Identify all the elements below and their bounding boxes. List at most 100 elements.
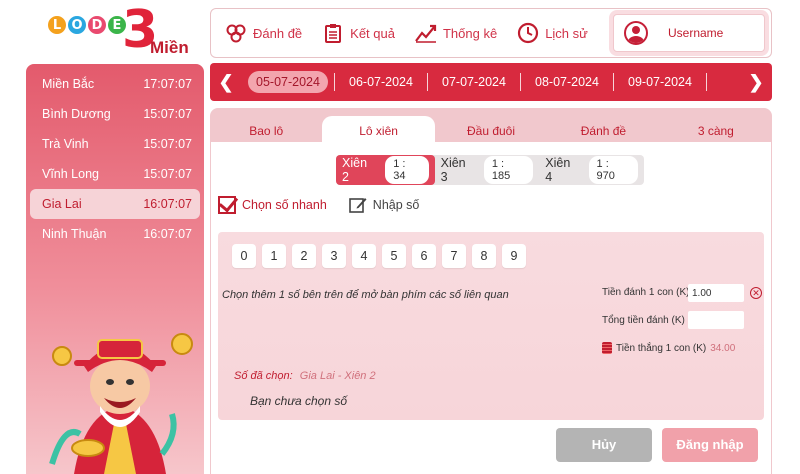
digit-button[interactable]: 6 [412, 244, 436, 268]
date-label: 09-07-2024 [628, 75, 692, 89]
win-per-unit-label: Tiền thắng 1 con (K) [616, 342, 707, 354]
manual-entry-option[interactable]: Nhập số [348, 196, 420, 214]
xien-4-option[interactable]: Xiên 4 1 : 970 [539, 155, 644, 185]
nav-lich-su[interactable]: Lịch sử [517, 22, 588, 44]
win-per-unit-row: Tiền thắng 1 con (K) 34.00 [602, 342, 735, 354]
username: Username [668, 26, 724, 40]
sidebar-item-name: Miền Bắc [42, 77, 95, 91]
sidebar-item-time: 16:07:07 [143, 227, 192, 241]
logo-letter-o: O [66, 14, 88, 36]
quick-pick-option[interactable]: Chọn số nhanh [218, 196, 327, 214]
digit-button[interactable]: 1 [262, 244, 286, 268]
logo-letter-d: D [86, 14, 108, 36]
date-item[interactable]: 06-07-2024 [335, 75, 427, 89]
date-label: 08-07-2024 [535, 75, 599, 89]
xien-label: Xiên 4 [545, 156, 571, 184]
nav-label: Đánh đề [253, 25, 303, 41]
clear-icon[interactable]: ✕ [750, 287, 762, 299]
top-nav: Đánh đề Kết quả Thống kê Lịch sử Usernam… [210, 8, 772, 58]
chosen-label: Số đã chọn: [234, 370, 293, 382]
logo-letter-l: L [46, 14, 68, 36]
sidebar-item-gia-lai[interactable]: Gia Lai 16:07:07 [30, 189, 200, 219]
coin-stack-icon [602, 342, 612, 354]
sidebar-item-time: 17:07:07 [143, 77, 192, 91]
login-button[interactable]: Đăng nhập [662, 428, 758, 462]
betting-panel: Bao lô Lô xiên Đầu đuôi Đánh đề 3 càng X… [210, 108, 772, 474]
user-menu[interactable]: Username [613, 14, 765, 52]
user-avatar-icon [624, 21, 648, 45]
total-bet-input[interactable] [688, 311, 744, 329]
prev-date-arrow-icon[interactable]: ❮ [210, 72, 242, 93]
date-divider [706, 73, 707, 91]
sidebar-item-time: 15:07:07 [143, 167, 192, 181]
input-mode-row: Chọn số nhanh Nhập số [218, 196, 441, 214]
digit-button[interactable]: 8 [472, 244, 496, 268]
date-item[interactable]: 09-07-2024 [614, 75, 706, 89]
xien-odds: 1 : 34 [385, 156, 429, 184]
xien-3-option[interactable]: Xiên 3 1 : 185 [435, 155, 540, 185]
sidebar-item-time: 15:07:07 [143, 107, 192, 121]
sidebar-item-time: 16:07:07 [143, 197, 192, 211]
chart-icon [415, 22, 437, 44]
xien-2-option[interactable]: Xiên 2 1 : 34 [336, 155, 435, 185]
digit-button[interactable]: 4 [352, 244, 376, 268]
sidebar-item-vinh-long[interactable]: Vĩnh Long 15:07:07 [30, 159, 200, 189]
date-item[interactable]: 05-07-2024 [242, 71, 334, 93]
logo-word: Miền [150, 38, 189, 57]
nav-label: Kết quả [350, 25, 395, 41]
sidebar-item-tra-vinh[interactable]: Trà Vinh 15:07:07 [30, 129, 200, 159]
nav-danh-de[interactable]: Đánh đề [225, 22, 302, 44]
sidebar: Miền Bắc 17:07:07 Bình Dương 15:07:07 Tr… [26, 64, 204, 474]
next-date-arrow-icon[interactable]: ❯ [740, 72, 772, 93]
chosen-numbers-row: Số đã chọn: Gia Lai - Xiên 2 [234, 370, 376, 382]
date-label: 07-07-2024 [442, 75, 506, 89]
god-of-wealth-mascot [49, 333, 193, 474]
selection-hint: Chọn thêm 1 số bên trên để mở bàn phím c… [222, 289, 509, 301]
digit-button[interactable]: 2 [292, 244, 316, 268]
xien-odds: 1 : 185 [483, 156, 534, 184]
cancel-button[interactable]: Hủy [556, 428, 652, 462]
nav-thong-ke[interactable]: Thống kê [415, 22, 497, 44]
sidebar-item-ninh-thuan[interactable]: Ninh Thuận 16:07:07 [30, 219, 200, 249]
nav-ket-qua[interactable]: Kết quả [322, 22, 395, 44]
digit-button[interactable]: 5 [382, 244, 406, 268]
date-label: 05-07-2024 [248, 71, 328, 93]
checkbox-checked-icon [218, 196, 236, 214]
digit-button[interactable]: 0 [232, 244, 256, 268]
digit-button[interactable]: 9 [502, 244, 526, 268]
clock-icon [517, 22, 539, 44]
sidebar-item-name: Bình Dương [42, 107, 111, 121]
sidebar-item-name: Gia Lai [42, 197, 82, 211]
digit-button[interactable]: 7 [442, 244, 466, 268]
edit-icon [348, 198, 367, 213]
sidebar-item-binh-duong[interactable]: Bình Dương 15:07:07 [30, 99, 200, 129]
clipboard-icon [322, 22, 344, 44]
bet-amount-input[interactable] [688, 284, 744, 302]
xien-selector: Xiên 2 1 : 34 Xiên 3 1 : 185 Xiên 4 1 : … [336, 155, 644, 185]
dice-icon [225, 22, 247, 44]
empty-selection-text: Bạn chưa chọn số [250, 394, 348, 408]
xien-label: Xiên 3 [440, 156, 466, 184]
date-bar: ❮ 05-07-2024 06-07-2024 07-07-2024 08-07… [210, 63, 772, 101]
sidebar-item-name: Trà Vinh [42, 137, 89, 151]
xien-label: Xiên 2 [342, 156, 368, 184]
sidebar-item-mien-bac[interactable]: Miền Bắc 17:07:07 [30, 69, 200, 99]
xien-odds: 1 : 970 [588, 156, 638, 184]
total-bet-label: Tổng tiền đánh (K) [602, 315, 685, 326]
manual-entry-label: Nhập số [372, 198, 420, 212]
quick-pick-label: Chọn số nhanh [242, 198, 327, 212]
sidebar-item-name: Ninh Thuận [42, 227, 107, 241]
date-item[interactable]: 08-07-2024 [521, 75, 613, 89]
nav-label: Thống kê [442, 25, 498, 41]
chosen-value: Gia Lai - Xiên 2 [299, 370, 376, 382]
digit-buttons: 0 1 2 3 4 5 6 7 8 9 [232, 244, 532, 268]
number-picker-area: 0 1 2 3 4 5 6 7 8 9 Chọn thêm 1 số bên t… [218, 232, 764, 420]
digit-button[interactable]: 3 [322, 244, 346, 268]
date-label: 06-07-2024 [349, 75, 413, 89]
sidebar-item-name: Vĩnh Long [42, 167, 99, 181]
win-per-unit-value: 34.00 [710, 342, 736, 354]
logo-balls: L O D E [46, 14, 128, 36]
logo[interactable]: L O D E 3 Miền [10, 4, 200, 60]
sidebar-item-time: 15:07:07 [143, 137, 192, 151]
date-item[interactable]: 07-07-2024 [428, 75, 520, 89]
